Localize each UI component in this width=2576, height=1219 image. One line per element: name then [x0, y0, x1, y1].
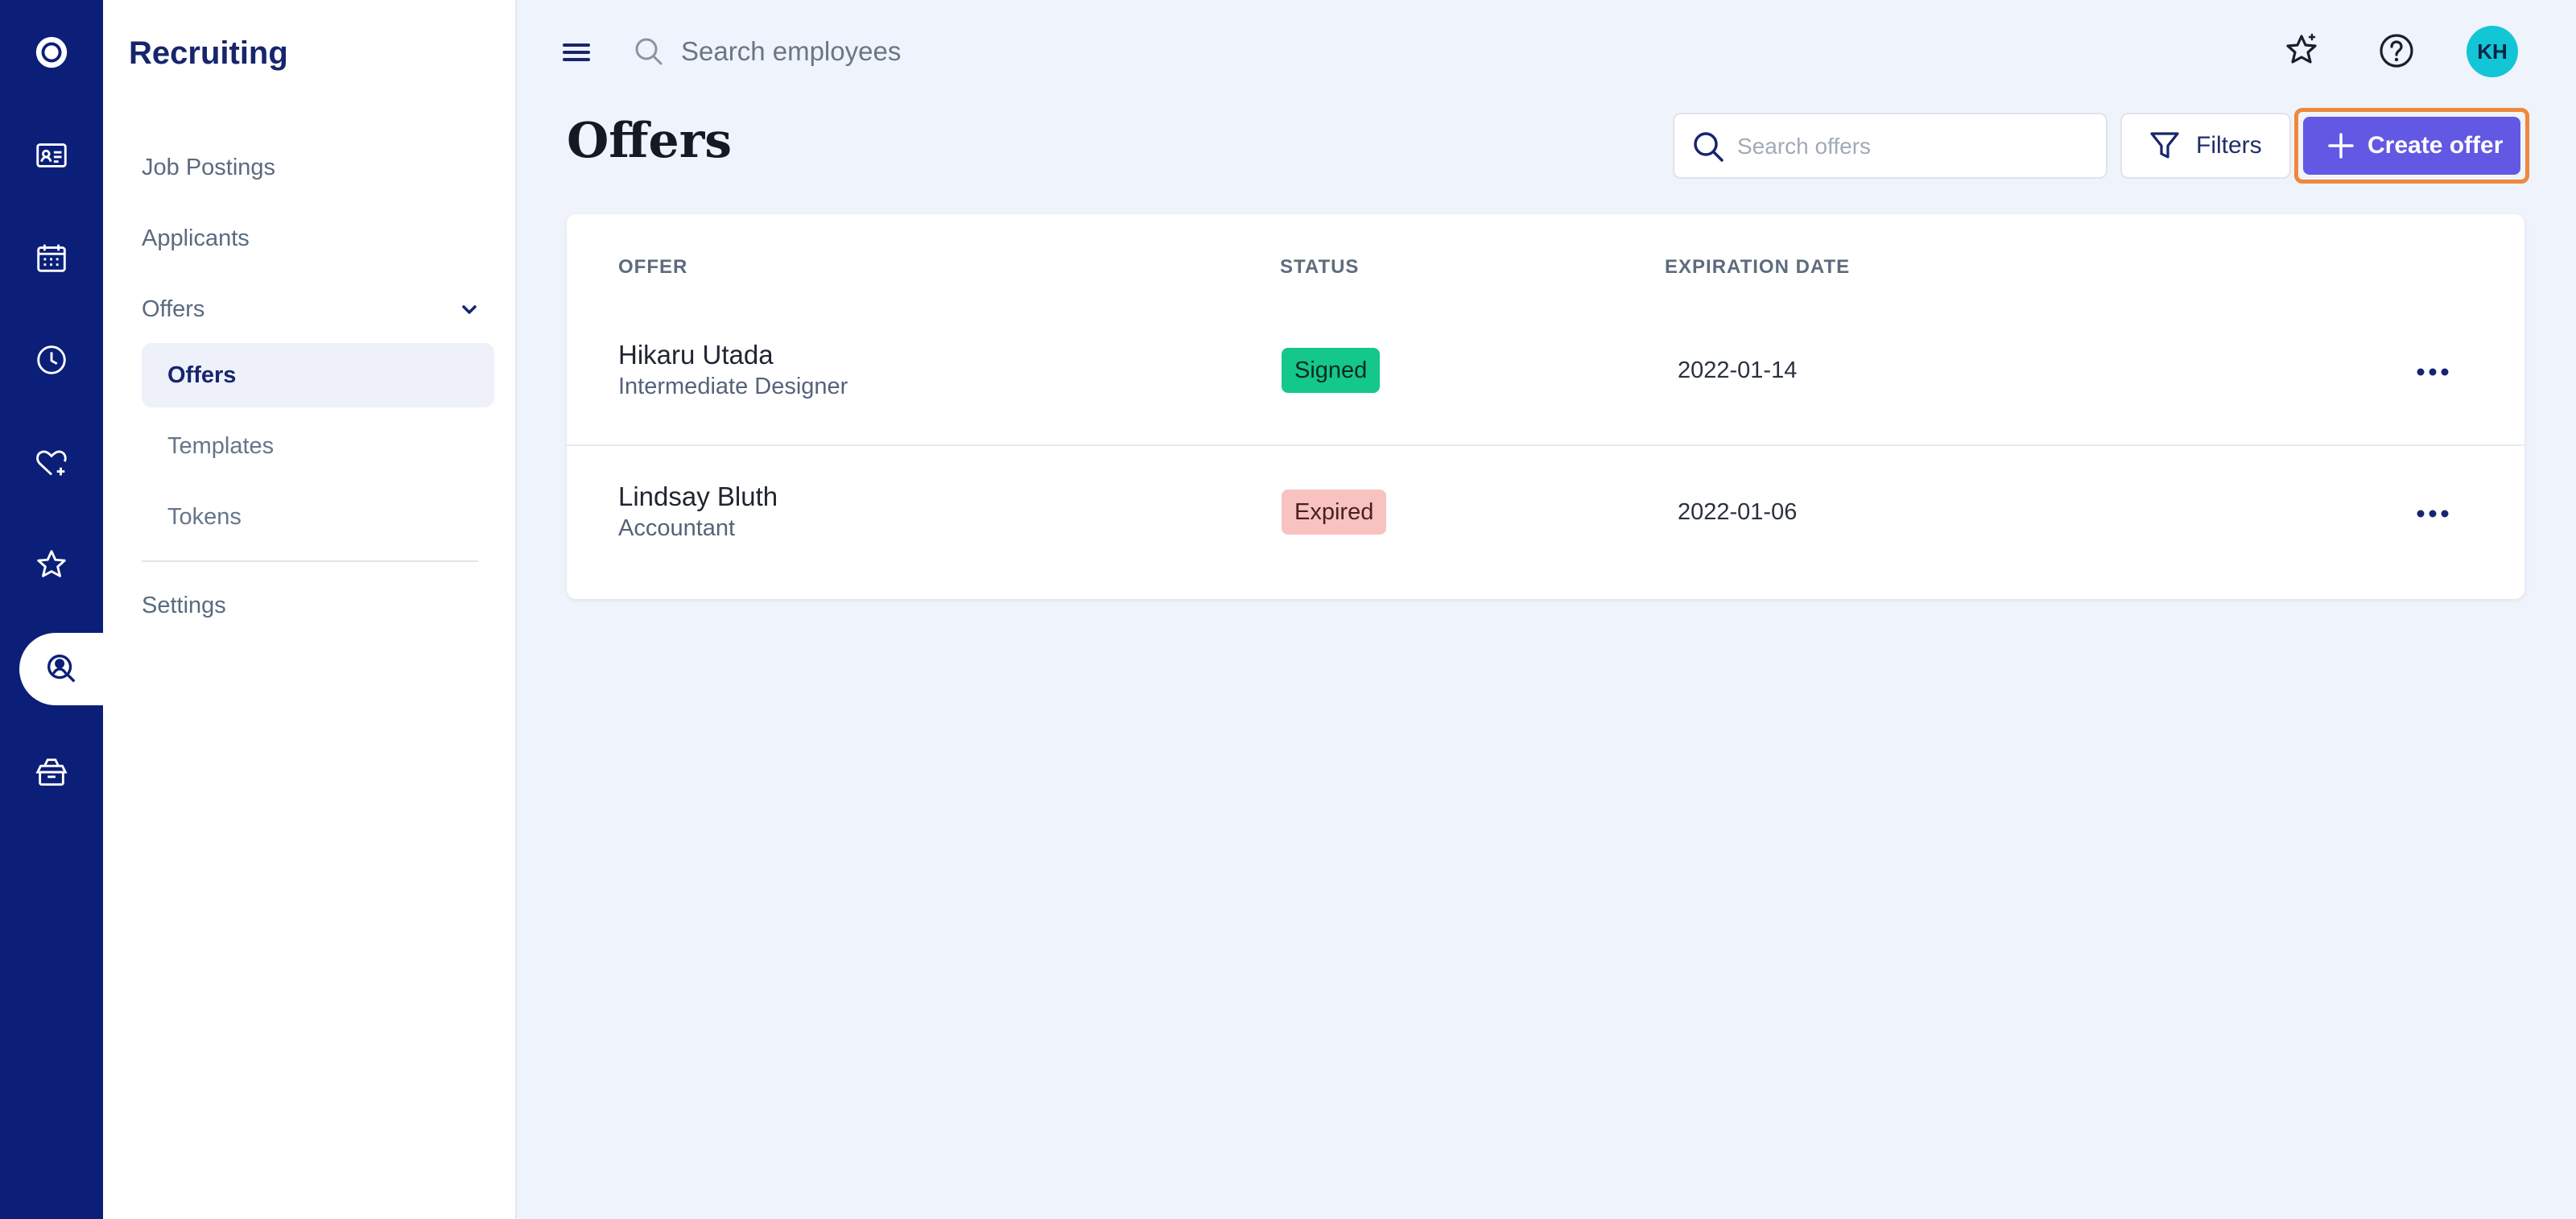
offer-name[interactable]: Lindsay Bluth [618, 481, 778, 512]
search-icon [635, 38, 663, 65]
filters-label: Filters [2196, 132, 2262, 159]
status-badge: Expired [1282, 490, 1387, 535]
more-options-icon[interactable] [2409, 498, 2457, 530]
plus-icon [2328, 133, 2354, 159]
employee-search-input[interactable] [681, 34, 1164, 69]
sidebar-item-applicants[interactable]: Applicants [142, 225, 250, 252]
sidebar-item-job-postings[interactable]: Job Postings [142, 155, 275, 181]
offer-name[interactable]: Hikaru Utada [618, 340, 774, 370]
sidebar-item-offers[interactable]: Offers [142, 296, 204, 323]
expiration-date: 2022-01-06 [1678, 499, 1798, 525]
column-header-expiration-date[interactable]: EXPIRATION DATE [1665, 256, 1850, 279]
calendar-icon[interactable] [0, 222, 103, 295]
offer-role: Accountant [618, 515, 736, 541]
offers-table: OFFER STATUS EXPIRATION DATE Hikaru Utad… [567, 214, 2524, 599]
filters-button[interactable]: Filters [2120, 113, 2291, 179]
user-avatar[interactable]: KH [2467, 26, 2518, 77]
filter-icon [2150, 132, 2179, 159]
menu-icon[interactable] [562, 40, 591, 64]
column-header-status[interactable]: STATUS [1280, 256, 1359, 279]
sidebar-subitem-templates[interactable]: Templates [167, 433, 274, 460]
contact-card-icon[interactable] [0, 119, 103, 192]
chevron-down-icon[interactable] [457, 298, 481, 322]
expiration-date: 2022-01-14 [1678, 357, 1798, 383]
sidebar-item-settings[interactable]: Settings [142, 593, 226, 619]
offer-search-input[interactable] [1737, 129, 2091, 164]
gift-box-icon[interactable] [0, 736, 103, 808]
recruiting-search-icon[interactable] [19, 633, 103, 705]
column-header-offer[interactable]: OFFER [618, 256, 687, 279]
status-badge: Signed [1282, 348, 1381, 393]
create-offer-label: Create offer [2368, 132, 2504, 159]
create-offer-button[interactable]: Create offer [2303, 117, 2520, 175]
create-offer-focus-outline: Create offer [2294, 108, 2529, 184]
help-icon[interactable] [2376, 31, 2417, 71]
sidebar-divider [142, 560, 478, 562]
sidebar-title: Recruiting [129, 35, 288, 71]
star-icon[interactable] [0, 528, 103, 601]
app-rail [0, 0, 103, 1219]
offer-search-box [1673, 113, 2107, 179]
sidebar-subitem-offers[interactable]: Offers [167, 362, 236, 389]
heart-plus-icon[interactable] [0, 427, 103, 499]
logo-icon[interactable] [0, 16, 103, 89]
recruiting-sidebar: Recruiting Job Postings Applicants Offer… [103, 0, 517, 1219]
sidebar-subitem-tokens[interactable]: Tokens [167, 504, 242, 531]
clock-icon[interactable] [0, 324, 103, 396]
table-row[interactable]: Hikaru Utada Intermediate Designer Signe… [567, 304, 2524, 446]
page-title: Offers [567, 113, 733, 169]
search-icon [1694, 132, 1724, 162]
table-row[interactable]: Lindsay Bluth Accountant Expired 2022-01… [567, 446, 2524, 588]
more-options-icon[interactable] [2409, 356, 2457, 388]
offer-role: Intermediate Designer [618, 374, 848, 399]
sparkle-star-icon[interactable] [2281, 31, 2322, 71]
